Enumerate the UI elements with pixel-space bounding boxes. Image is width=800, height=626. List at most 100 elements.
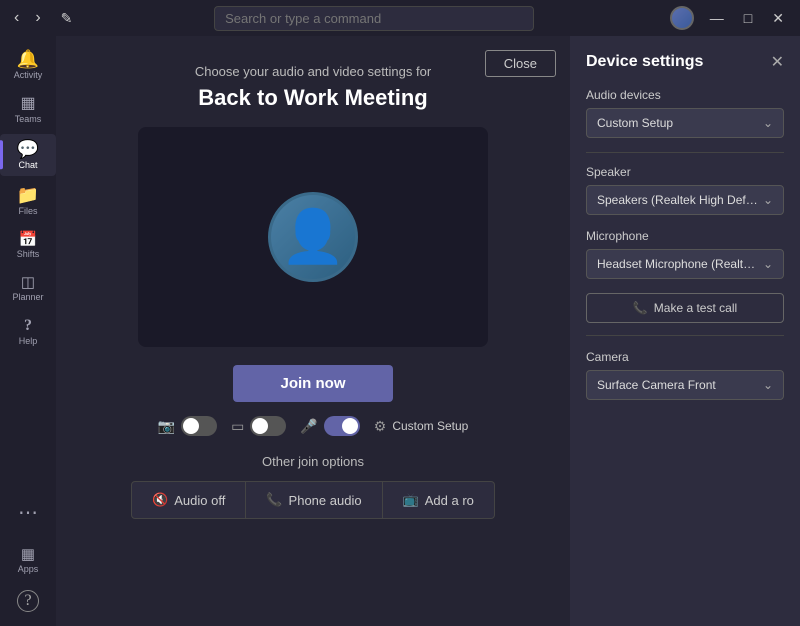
video-toggle-group: 📷 (158, 416, 217, 436)
microphone-label: Microphone (586, 229, 784, 243)
blur-toggle[interactable] (250, 416, 286, 436)
phone-audio-option[interactable]: 📞 Phone audio (246, 481, 382, 519)
close-button-wrap: Close (485, 50, 556, 77)
camera-section: Camera Surface Camera Front ⌄ (586, 350, 784, 400)
sidebar-item-label: Planner (12, 292, 43, 302)
window-controls: — □ ✕ (702, 8, 792, 29)
make-test-call-button[interactable]: 📞 Make a test call (586, 293, 784, 323)
divider (586, 152, 784, 153)
nav-back-button[interactable]: ‹ (8, 7, 25, 29)
search-input[interactable] (214, 6, 534, 31)
sidebar-item-label: Teams (15, 114, 42, 124)
panel-title: Device settings (586, 53, 703, 71)
chevron-down-icon: ⌄ (763, 116, 773, 130)
sidebar-more[interactable]: ⋯ (18, 492, 38, 533)
planner-icon: ◫ (21, 275, 35, 290)
window-close-button[interactable]: ✕ (764, 8, 792, 29)
blur-icon: ▭ (231, 418, 244, 435)
video-toggle[interactable] (181, 416, 217, 436)
mic-toggle[interactable] (324, 416, 360, 436)
panel-close-button[interactable]: ✕ (771, 52, 784, 72)
sidebar-item-files[interactable]: 📁 Files (0, 180, 56, 222)
sidebar-item-planner[interactable]: ◫ Planner (0, 269, 56, 308)
other-join-title: Other join options (56, 454, 570, 469)
chevron-down-icon: ⌄ (763, 193, 773, 207)
close-meeting-button[interactable]: Close (485, 50, 556, 77)
chevron-down-icon: ⌄ (763, 378, 773, 392)
sidebar-item-teams[interactable]: ▦ Teams (0, 90, 56, 130)
files-icon: 📁 (17, 186, 39, 204)
mic-toggle-group: 🎤 (300, 416, 359, 436)
speaker-value: Speakers (Realtek High Definition Au... (597, 193, 759, 207)
chevron-down-icon: ⌄ (763, 257, 773, 271)
audio-devices-dropdown[interactable]: Custom Setup ⌄ (586, 108, 784, 138)
audio-devices-label: Audio devices (586, 88, 784, 102)
meeting-title: Back to Work Meeting (56, 85, 570, 111)
speaker-section: Speaker Speakers (Realtek High Definitio… (586, 165, 784, 215)
sidebar-item-label: Shifts (17, 249, 40, 259)
activity-icon: 🔔 (17, 50, 39, 68)
sidebar: 🔔 Activity ▦ Teams 💬 Chat 📁 Files 📅 Shif… (0, 36, 56, 626)
sidebar-item-label: Help (19, 336, 38, 346)
chat-icon: 💬 (17, 140, 39, 158)
video-avatar: 👤 (268, 192, 358, 282)
camera-dropdown[interactable]: Surface Camera Front ⌄ (586, 370, 784, 400)
nav-buttons: ‹ › (8, 7, 47, 29)
search-area (214, 6, 534, 31)
add-room-option[interactable]: 📺 Add a ro (383, 481, 495, 519)
sidebar-item-label: Activity (14, 70, 43, 80)
phone-audio-label: Phone audio (289, 493, 362, 508)
divider (586, 335, 784, 336)
join-now-button[interactable]: Join now (233, 365, 393, 402)
mic-icon: 🎤 (300, 418, 317, 435)
maximize-button[interactable]: □ (736, 8, 760, 29)
phone-icon: 📞 (266, 492, 282, 508)
microphone-dropdown[interactable]: Headset Microphone (Realtek High D... ⌄ (586, 249, 784, 279)
avatar[interactable] (670, 6, 694, 30)
join-options-list: 🔇 Audio off 📞 Phone audio 📺 Add a ro (56, 481, 570, 519)
main-layout: 🔔 Activity ▦ Teams 💬 Chat 📁 Files 📅 Shif… (0, 36, 800, 626)
sidebar-item-help[interactable]: ? Help (0, 312, 56, 352)
sidebar-item-chat[interactable]: 💬 Chat (0, 134, 56, 176)
sidebar-item-label: Files (18, 206, 37, 216)
camera-label: Camera (586, 350, 784, 364)
blur-toggle-group: ▭ (231, 416, 286, 436)
audio-off-icon: 🔇 (152, 492, 168, 508)
microphone-value: Headset Microphone (Realtek High D... (597, 257, 759, 271)
device-settings-panel: Device settings ✕ Audio devices Custom S… (570, 36, 800, 626)
minimize-button[interactable]: — (702, 8, 732, 29)
compose-button[interactable]: ✎ (55, 8, 79, 29)
camera-value: Surface Camera Front (597, 378, 759, 392)
settings-group: ⚙ Custom Setup (374, 418, 469, 435)
title-bar-left: ‹ › ✎ (8, 7, 78, 29)
speaker-dropdown[interactable]: Speakers (Realtek High Definition Au... … (586, 185, 784, 215)
custom-setup-label: Custom Setup (392, 419, 468, 433)
apps-icon: ▦ (21, 547, 35, 562)
audio-off-option[interactable]: 🔇 Audio off (131, 481, 246, 519)
make-test-call-label: Make a test call (654, 301, 737, 315)
video-preview: 👤 (138, 127, 488, 347)
other-join-section: Other join options 🔇 Audio off 📞 Phone a… (56, 454, 570, 519)
video-off-icon: 📷 (158, 418, 175, 435)
audio-devices-section: Audio devices Custom Setup ⌄ (586, 88, 784, 138)
sidebar-item-help-circle[interactable]: ? (0, 584, 56, 618)
title-bar-right: — □ ✕ (670, 6, 792, 30)
speaker-label: Speaker (586, 165, 784, 179)
panel-header: Device settings ✕ (586, 52, 784, 72)
sidebar-item-label: Chat (18, 160, 37, 170)
audio-devices-value: Custom Setup (597, 116, 759, 130)
sidebar-item-shifts[interactable]: 📅 Shifts (0, 226, 56, 265)
sidebar-item-activity[interactable]: 🔔 Activity (0, 44, 56, 86)
nav-forward-button[interactable]: › (29, 7, 46, 29)
sidebar-item-apps[interactable]: ▦ Apps (0, 541, 56, 580)
add-room-label: Add a ro (425, 493, 474, 508)
help-icon: ? (24, 318, 32, 334)
teams-icon: ▦ (20, 96, 35, 112)
room-icon: 📺 (403, 492, 419, 508)
audio-off-label: Audio off (174, 493, 225, 508)
title-bar: ‹ › ✎ — □ ✕ (0, 0, 800, 36)
sidebar-apps-label: Apps (18, 564, 39, 574)
microphone-section: Microphone Headset Microphone (Realtek H… (586, 229, 784, 279)
settings-icon: ⚙ (374, 418, 387, 435)
meeting-area: Close Choose your audio and video settin… (56, 36, 570, 626)
